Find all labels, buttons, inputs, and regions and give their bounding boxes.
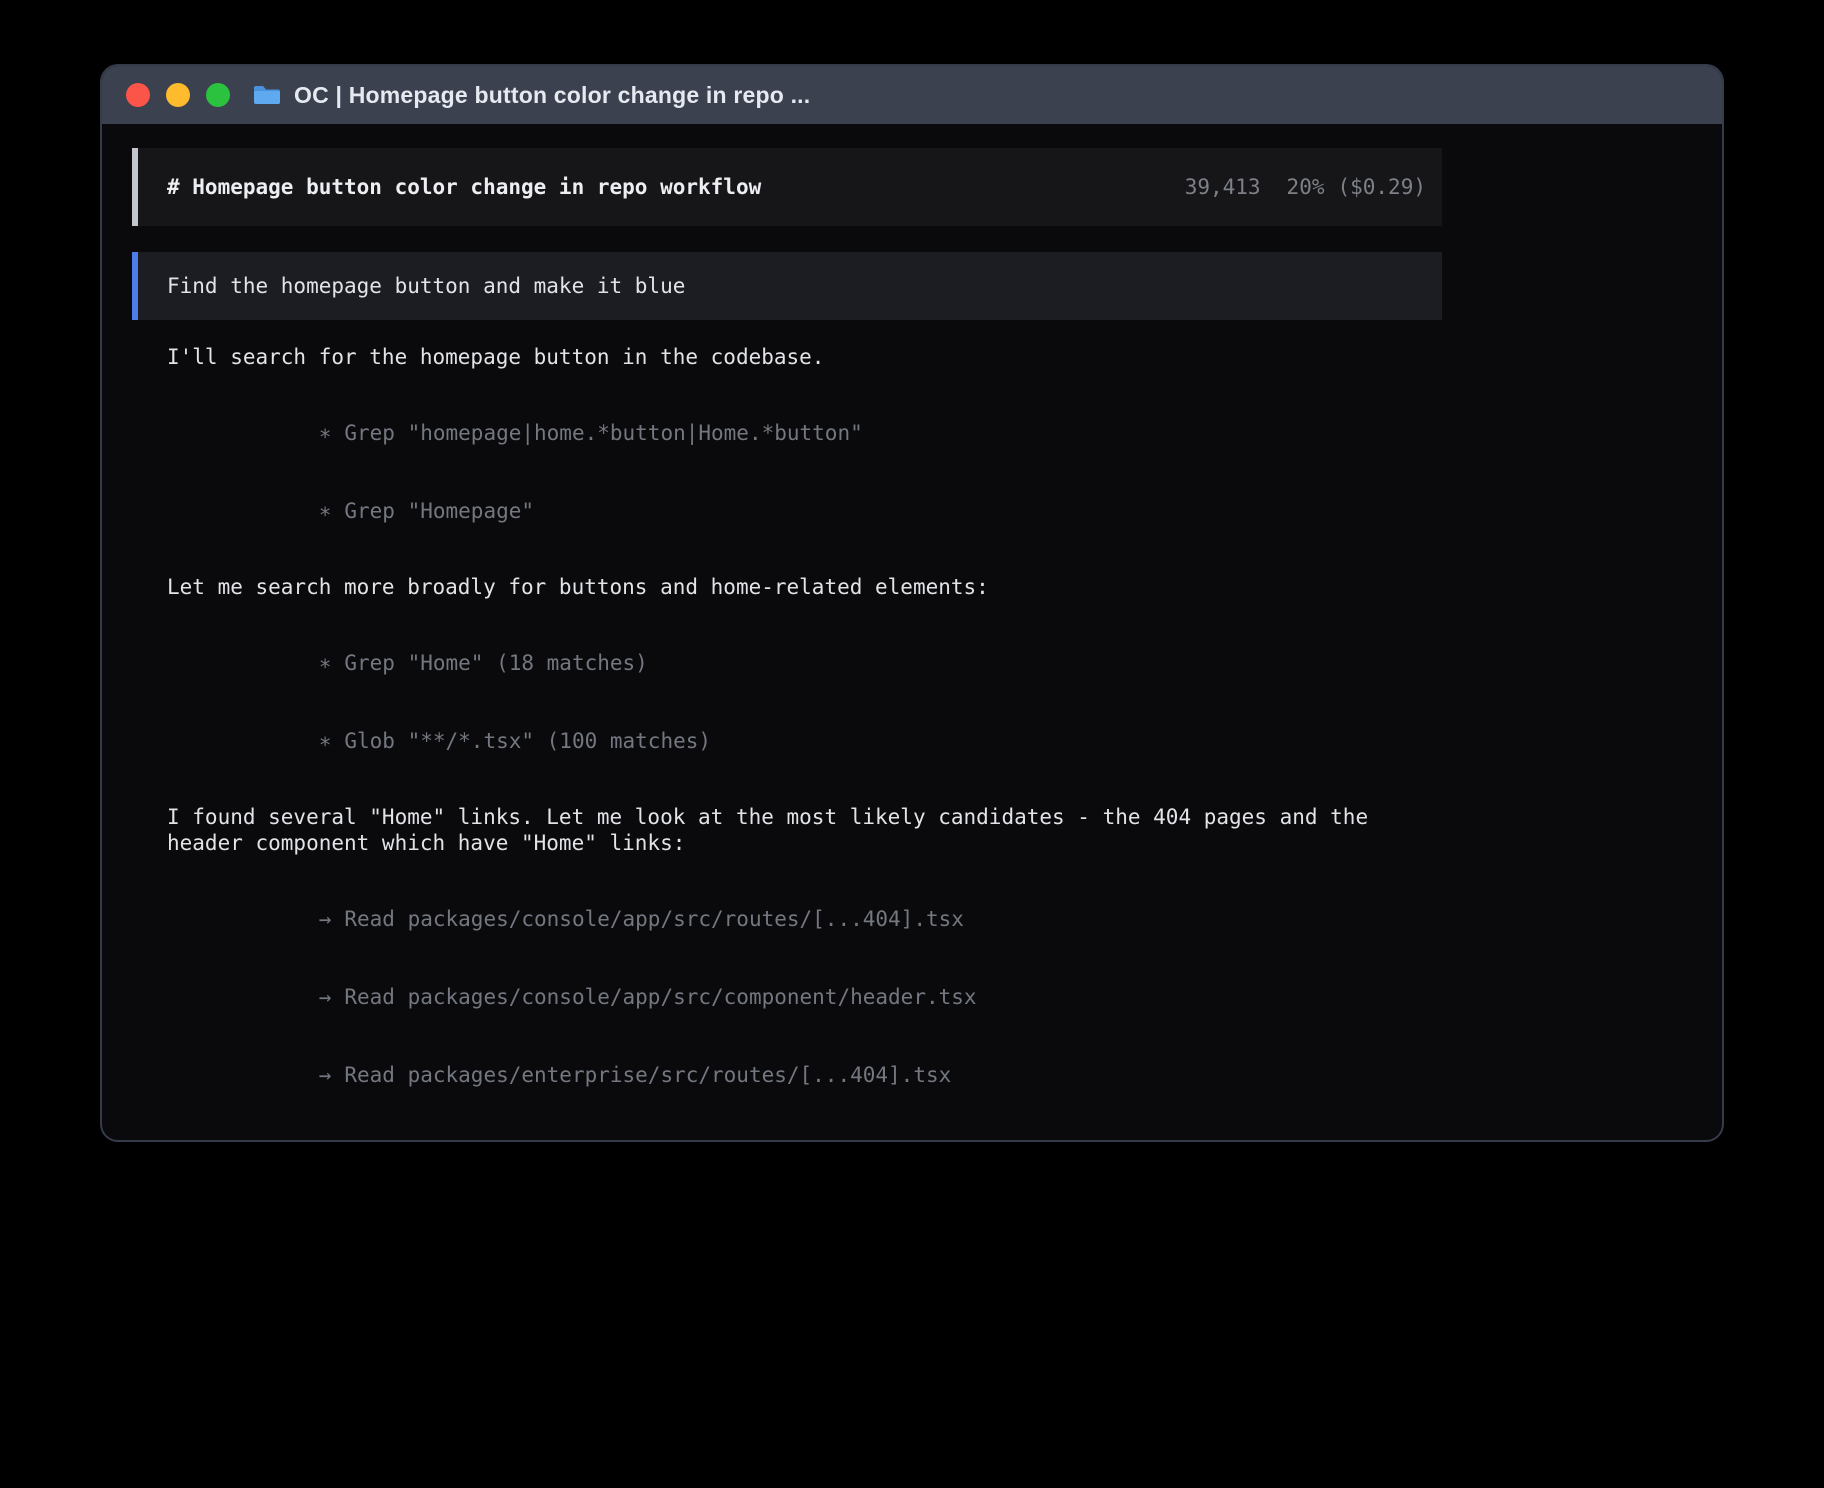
asterisk-bullet-icon: ∗ <box>319 728 332 754</box>
terminal-window: OC | Homepage button color change in rep… <box>100 64 1724 1142</box>
assistant-paragraph: I found several "Home" links. Let me loo… <box>167 804 1432 856</box>
assistant-paragraph: I'll search for the homepage button in t… <box>167 344 1432 370</box>
window-title: OC | Homepage button color change in rep… <box>294 82 810 109</box>
arrow-right-icon: → <box>319 906 332 932</box>
minimize-button[interactable] <box>166 83 190 107</box>
traffic-lights <box>126 83 230 107</box>
read-call-text: Read packages/console/app/src/routes/[..… <box>344 907 964 931</box>
tool-call-text: Grep "homepage|home.*button|Home.*button… <box>344 421 862 445</box>
read-call-group: → Read packages/console/app/src/routes/[.… <box>167 880 1442 1114</box>
session-stats: 39,413 20% ($0.29) <box>1185 175 1426 199</box>
asterisk-bullet-icon: ∗ <box>319 650 332 676</box>
terminal-content: # Homepage button color change in repo w… <box>102 124 1722 1140</box>
session-title: # Homepage button color change in repo w… <box>167 175 761 199</box>
tool-call-line: ∗ Grep "Homepage" <box>167 472 1442 550</box>
titlebar[interactable]: OC | Homepage button color change in rep… <box>102 66 1722 124</box>
tool-call-text: Grep "Home" (18 matches) <box>344 651 647 675</box>
folder-icon <box>252 83 282 107</box>
tool-call-line: ∗ Glob "**/*.tsx" (100 matches) <box>167 702 1442 780</box>
user-message-text: Find the homepage button and make it blu… <box>167 274 685 298</box>
token-count: 39,413 <box>1185 175 1261 199</box>
tool-call-group: ∗ Grep "homepage|home.*button|Home.*butto… <box>167 394 1442 550</box>
read-call-text: Read packages/console/app/src/component/… <box>344 985 976 1009</box>
content-column: # Homepage button color change in repo w… <box>132 148 1442 1140</box>
tool-call-text: Grep "Homepage" <box>344 499 534 523</box>
context-percent: 20% <box>1287 175 1325 199</box>
read-call-line: → Read packages/console/app/src/component… <box>167 958 1442 1036</box>
read-call-text: Read packages/enterprise/src/routes/[...… <box>344 1063 951 1087</box>
assistant-paragraph: I found "Home" buttons/links in multiple… <box>167 1138 1432 1140</box>
arrow-right-icon: → <box>319 984 332 1010</box>
session-header: # Homepage button color change in repo w… <box>132 148 1442 226</box>
asterisk-bullet-icon: ∗ <box>319 420 332 446</box>
arrow-right-icon: → <box>319 1062 332 1088</box>
tool-call-group: ∗ Grep "Home" (18 matches) ∗ Glob "**/*.ts… <box>167 624 1442 780</box>
user-message: Find the homepage button and make it blu… <box>132 252 1442 320</box>
tool-call-text: Glob "**/*.tsx" (100 matches) <box>344 729 711 753</box>
zoom-button[interactable] <box>206 83 230 107</box>
close-button[interactable] <box>126 83 150 107</box>
assistant-transcript: I'll search for the homepage button in t… <box>132 320 1442 1140</box>
asterisk-bullet-icon: ∗ <box>319 498 332 524</box>
tool-call-line: ∗ Grep "homepage|home.*button|Home.*butto… <box>167 394 1442 472</box>
read-call-line: → Read packages/console/app/src/routes/[.… <box>167 880 1442 958</box>
session-cost: ($0.29) <box>1337 175 1426 199</box>
read-call-line: → Read packages/enterprise/src/routes/[..… <box>167 1036 1442 1114</box>
tool-call-line: ∗ Grep "Home" (18 matches) <box>167 624 1442 702</box>
assistant-paragraph: Let me search more broadly for buttons a… <box>167 574 1432 600</box>
